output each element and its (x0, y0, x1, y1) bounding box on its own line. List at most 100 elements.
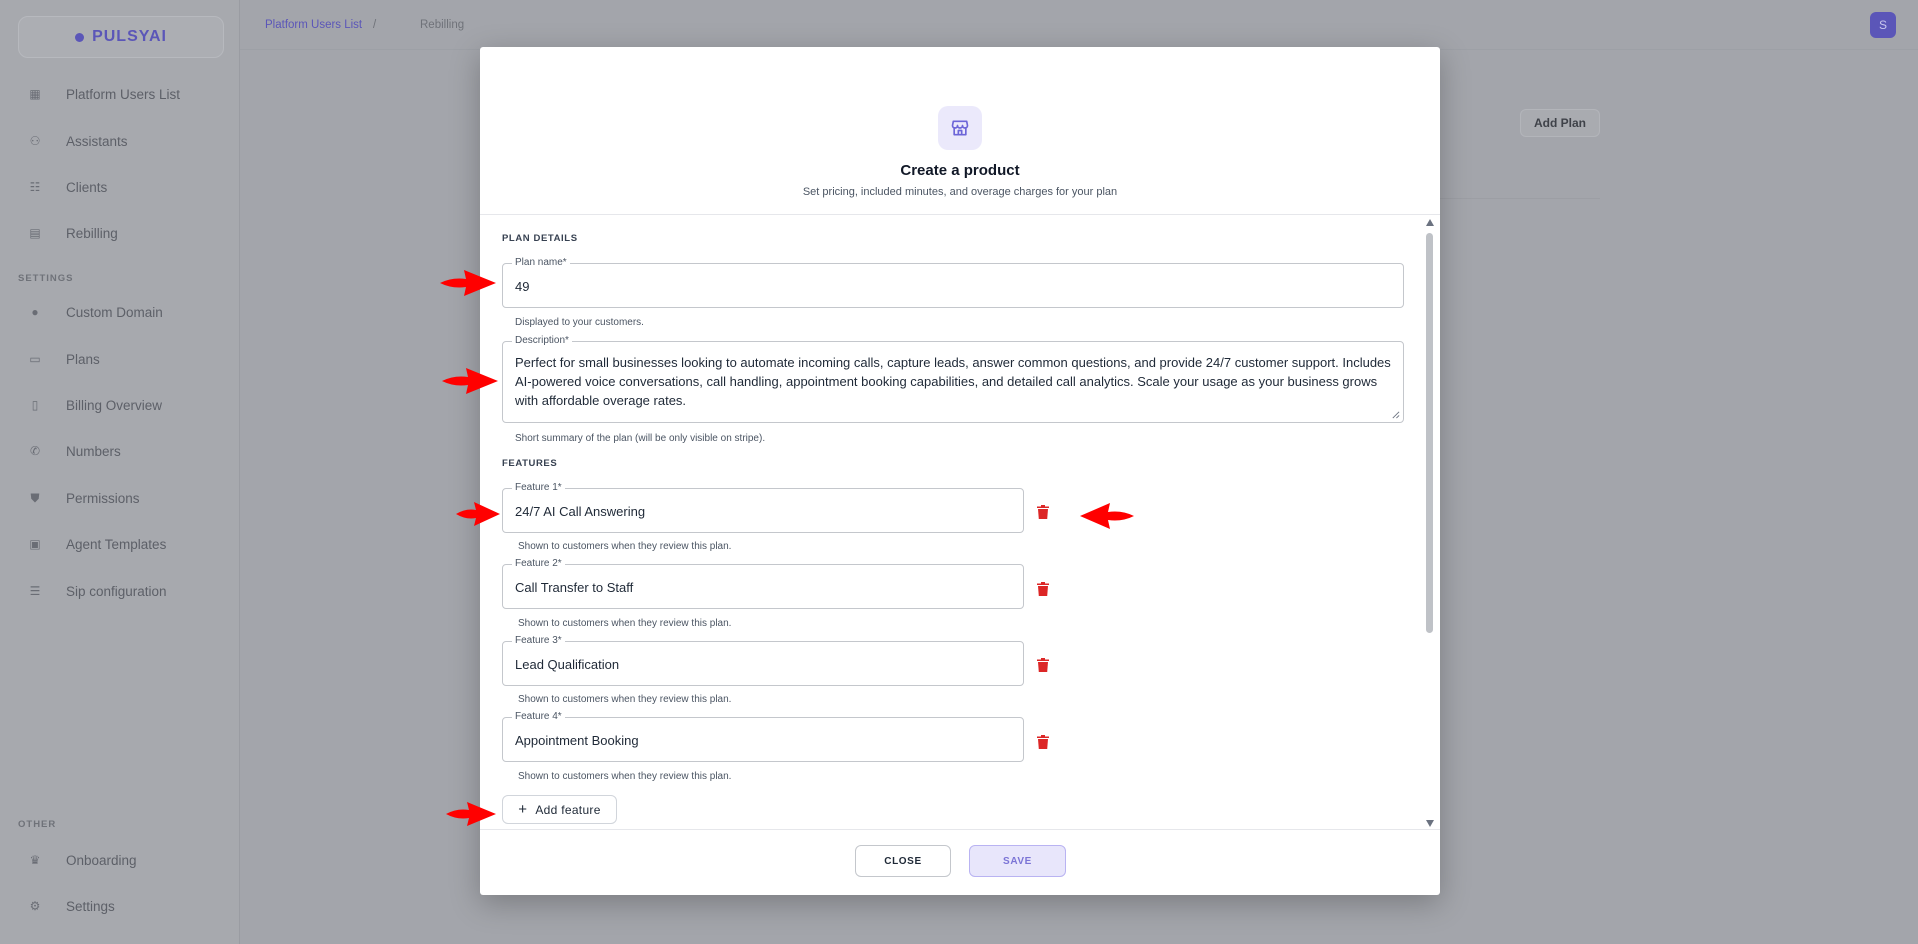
description-textarea[interactable]: Perfect for small businesses looking to … (515, 353, 1393, 410)
brand-name: PULSYAI (92, 28, 167, 45)
sidebar-item-label: Plans (66, 351, 100, 367)
feature-4-label: Feature 4* (512, 711, 565, 723)
sidebar-item-label: Numbers (66, 443, 121, 459)
annotation-arrow-right-icon (442, 368, 498, 394)
description-field[interactable]: Description* Perfect for small businesse… (502, 335, 1404, 423)
plan-name-label: Plan name* (512, 257, 570, 269)
sidebar-item-assistants[interactable]: ⚇ Assistants (28, 130, 128, 152)
create-product-modal: Create a product Set pricing, included m… (480, 47, 1440, 895)
receipt-icon: ▤ (29, 226, 41, 240)
features-title: FEATURES (502, 458, 558, 469)
scroll-up-arrow-icon[interactable] (1426, 219, 1434, 226)
save-button[interactable]: SAVE (969, 845, 1066, 877)
delete-feature-3-trash-icon[interactable] (1034, 656, 1052, 674)
plan-name-helper: Displayed to your customers. (515, 317, 644, 328)
description-helper: Short summary of the plan (will be only … (515, 433, 766, 444)
brand-logo[interactable]: PULSYAI (18, 16, 224, 58)
feature-2-label: Feature 2* (512, 558, 565, 570)
sidebar-item-label: Sip configuration (66, 583, 167, 599)
feature-1-field[interactable]: Feature 1* 24/7 AI Call Answering (502, 482, 1024, 533)
add-feature-button[interactable]: + Add feature (502, 795, 617, 824)
document-icon: ▯ (31, 398, 39, 412)
feature-3-helper: Shown to customers when they review this… (518, 694, 732, 705)
delete-feature-2-trash-icon[interactable] (1034, 580, 1052, 598)
globe-icon: ● (31, 305, 39, 319)
feature-4-input[interactable]: Appointment Booking (515, 731, 639, 750)
users-icon: ☷ (29, 180, 41, 194)
template-icon: ▣ (29, 537, 41, 551)
sidebar-item-custom-domain[interactable]: ● Custom Domain (28, 301, 163, 323)
feature-3-field[interactable]: Feature 3* Lead Qualification (502, 635, 1024, 686)
sidebar-item-platform-users-list[interactable]: ▦ Platform Users List (28, 83, 180, 105)
card-icon: ▭ (29, 352, 41, 366)
feature-3-label: Feature 3* (512, 635, 565, 647)
sidebar-item-label: Custom Domain (66, 304, 163, 320)
feature-2-field[interactable]: Feature 2* Call Transfer to Staff (502, 558, 1024, 609)
sidebar-item-label: Rebilling (66, 225, 118, 241)
feature-2-input[interactable]: Call Transfer to Staff (515, 578, 633, 597)
server-icon: ☰ (29, 584, 41, 598)
sidebar-item-label: Clients (66, 179, 108, 195)
scroll-thumb[interactable] (1426, 233, 1433, 633)
plan-details-title: PLAN DETAILS (502, 233, 578, 244)
breadcrumb-separator: / (373, 19, 377, 31)
avatar[interactable]: S (1870, 12, 1896, 38)
trophy-icon: ♛ (29, 853, 41, 867)
sidebar-item-label: Platform Users List (66, 86, 181, 102)
phone-icon: ✆ (29, 444, 41, 458)
feature-4-helper: Shown to customers when they review this… (518, 771, 732, 782)
sidebar-item-settings[interactable]: ⚙ Settings (28, 895, 115, 917)
sidebar: PULSYAI ▦ Platform Users List ⚇ Assistan… (0, 0, 240, 944)
delete-feature-1-trash-icon[interactable] (1034, 503, 1052, 521)
settings-section-title: SETTINGS (18, 273, 74, 284)
plan-name-field[interactable]: Plan name* 49 (502, 257, 1404, 308)
divider (1440, 198, 1600, 199)
annotation-arrow-right-icon (446, 802, 496, 826)
sidebar-item-label: Billing Overview (66, 397, 163, 413)
sidebar-item-label: Settings (66, 898, 115, 914)
annotation-arrow-left-icon (1080, 503, 1134, 529)
modal-subtitle: Set pricing, included minutes, and overa… (802, 186, 1118, 198)
breadcrumb-link[interactable]: Platform Users List (265, 19, 362, 31)
sidebar-item-permissions[interactable]: ⛊ Permissions (28, 487, 140, 509)
delete-feature-4-trash-icon[interactable] (1034, 733, 1052, 751)
feature-2-helper: Shown to customers when they review this… (518, 618, 732, 629)
brand-dot-icon (75, 32, 85, 42)
feature-1-helper: Shown to customers when they review this… (518, 541, 732, 552)
sidebar-item-label: Agent Templates (66, 536, 167, 552)
user-plus-icon: ⚇ (29, 134, 41, 148)
feature-3-input[interactable]: Lead Qualification (515, 655, 619, 674)
sidebar-item-label: Permissions (66, 490, 140, 506)
topbar (240, 0, 1918, 50)
shield-icon: ⛊ (30, 490, 40, 505)
breadcrumb-current: Rebilling (420, 19, 465, 31)
plus-icon: + (518, 801, 528, 818)
plan-name-input[interactable]: 49 (515, 277, 529, 296)
modal-header: Create a product Set pricing, included m… (480, 47, 1440, 215)
sidebar-item-billing-overview[interactable]: ▯ Billing Overview (28, 394, 162, 416)
other-section-title: OTHER (18, 819, 57, 830)
feature-1-label: Feature 1* (512, 482, 565, 494)
sidebar-item-numbers[interactable]: ✆ Numbers (28, 440, 121, 462)
add-plan-button[interactable]: Add Plan (1520, 109, 1600, 137)
sidebar-item-sip-configuration[interactable]: ☰ Sip configuration (28, 580, 167, 602)
modal-title: Create a product (900, 162, 1020, 179)
description-label: Description* (512, 335, 572, 347)
feature-1-input[interactable]: 24/7 AI Call Answering (515, 502, 645, 521)
sidebar-item-clients[interactable]: ☷ Clients (28, 176, 108, 198)
sidebar-item-rebilling[interactable]: ▤ Rebilling (28, 222, 118, 244)
annotation-arrow-right-icon (440, 270, 496, 296)
storefront-icon (938, 106, 982, 150)
modal-scrollbar[interactable] (1424, 219, 1436, 827)
sidebar-item-label: Assistants (66, 133, 128, 149)
resize-handle-icon[interactable] (1391, 410, 1400, 419)
sidebar-item-agent-templates[interactable]: ▣ Agent Templates (28, 533, 166, 555)
sidebar-item-plans[interactable]: ▭ Plans (28, 348, 100, 370)
grid-icon: ▦ (29, 87, 41, 101)
close-button[interactable]: CLOSE (855, 845, 951, 877)
scroll-down-arrow-icon[interactable] (1426, 820, 1434, 827)
gear-icon: ⚙ (29, 899, 41, 913)
add-feature-label: Add feature (535, 802, 601, 817)
sidebar-item-onboarding[interactable]: ♛ Onboarding (28, 849, 137, 871)
feature-4-field[interactable]: Feature 4* Appointment Booking (502, 711, 1024, 762)
